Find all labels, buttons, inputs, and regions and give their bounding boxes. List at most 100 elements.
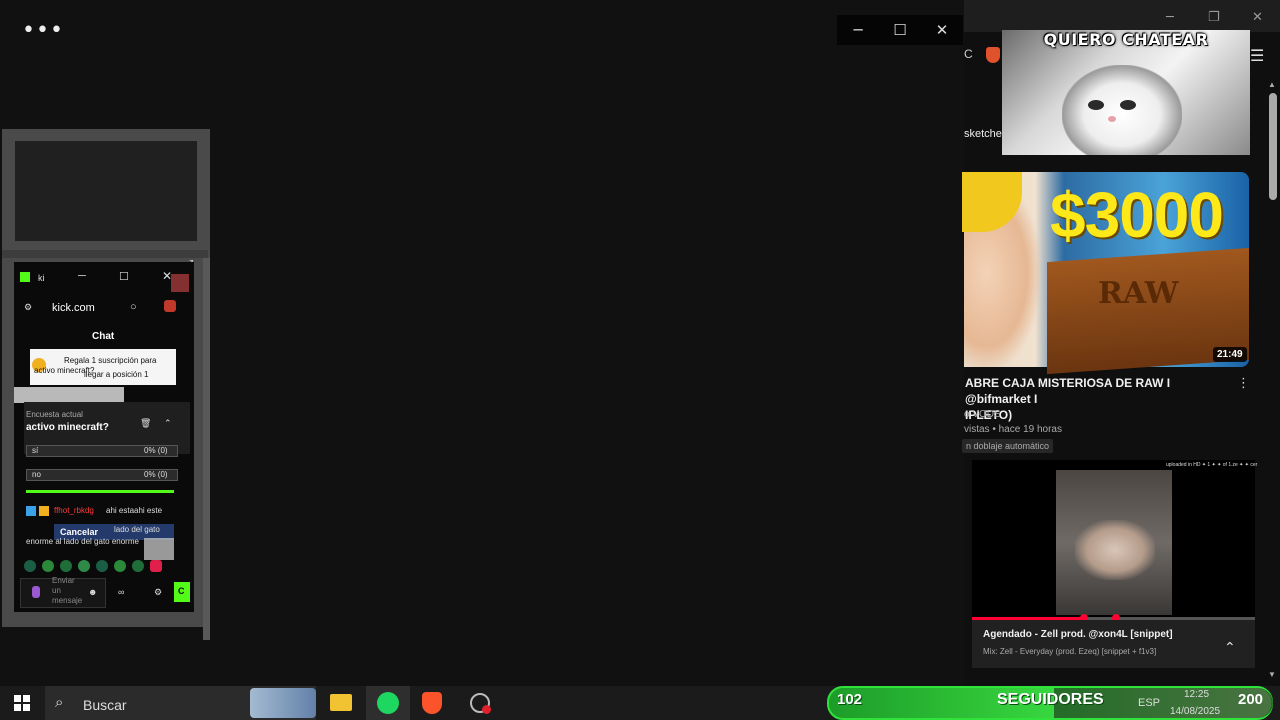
search-highlight-image bbox=[250, 688, 316, 718]
video-duration: 21:49 bbox=[1213, 347, 1247, 362]
followers-current: 102 bbox=[837, 691, 863, 708]
emote-icon[interactable] bbox=[114, 560, 126, 572]
thumbnail-price: $3000 bbox=[1050, 179, 1224, 251]
followers-label: SEGUIDORES bbox=[997, 691, 1104, 708]
send-label: C bbox=[178, 586, 185, 596]
badge-icon bbox=[39, 506, 49, 516]
back-icon[interactable]: C bbox=[964, 47, 973, 61]
file-explorer-icon[interactable] bbox=[330, 694, 352, 711]
dubbing-tag: n doblaje automático bbox=[962, 439, 1054, 453]
browser-restore-button[interactable]: ❐ bbox=[1208, 10, 1220, 25]
brave-icon[interactable] bbox=[164, 300, 176, 312]
glitch-overlay bbox=[14, 387, 124, 403]
scroll-down-icon[interactable]: ▼ bbox=[1268, 670, 1276, 679]
poll-timer-bar bbox=[26, 490, 174, 493]
brave-shield-icon[interactable] bbox=[986, 47, 1000, 63]
clock-date[interactable]: 14/08/2025 bbox=[1170, 706, 1220, 717]
browser-minimize-button[interactable]: ─ bbox=[1166, 10, 1174, 25]
mix-info-card[interactable] bbox=[972, 620, 1255, 668]
glitch-block bbox=[171, 274, 189, 292]
input-placeholder-2: un bbox=[52, 586, 61, 595]
emote-icon[interactable] bbox=[60, 560, 72, 572]
video-title-line-1[interactable]: ABRE CAJA MISTERIOSA DE RAW I @bifmarket… bbox=[965, 375, 1235, 407]
mini-minimize-icon[interactable]: ─ bbox=[78, 270, 86, 282]
emote-row bbox=[24, 560, 190, 574]
captured-browser-window: ki ─ ☐ ✕ ⚙ kick.com ○ Chat Regala 1 susc… bbox=[14, 262, 194, 612]
scroll-up-icon[interactable]: ▲ bbox=[1268, 80, 1276, 89]
menu-icon[interactable]: ☰ bbox=[1250, 46, 1264, 65]
mix-title[interactable]: Agendado - Zell prod. @xon4L [snippet] bbox=[983, 629, 1173, 640]
cat-eye bbox=[1088, 100, 1104, 110]
windows-start-icon[interactable] bbox=[14, 695, 30, 711]
preview-edge bbox=[203, 258, 210, 640]
input-placeholder-3: mensaje bbox=[52, 596, 83, 605]
chat-header: Chat bbox=[92, 331, 115, 342]
microphone-icon[interactable] bbox=[32, 586, 40, 598]
poll-trash-icon[interactable]: 🗑 bbox=[140, 418, 151, 429]
kick-logo-icon bbox=[20, 272, 30, 282]
tab-title[interactable]: ki bbox=[38, 273, 45, 283]
thumbnail-corner-text: uploaded in HD ✦ 1 ✦ ✦ of 1.ze ✦ ✦ cer bbox=[1166, 462, 1258, 468]
expand-chevron-icon[interactable]: ⌃ bbox=[1224, 640, 1236, 656]
emote-icon[interactable] bbox=[132, 560, 144, 572]
emote-icon[interactable] bbox=[24, 560, 36, 572]
scrollbar-thumb[interactable] bbox=[1269, 93, 1277, 200]
recording-dot-icon bbox=[482, 705, 491, 714]
search-icon[interactable]: ○ bbox=[130, 301, 137, 313]
close-button[interactable]: ✕ bbox=[921, 15, 963, 45]
more-actions-icon[interactable]: ⋮ bbox=[1237, 376, 1250, 391]
settings-icon[interactable]: ⚙ bbox=[24, 302, 32, 313]
followers-goal: 200 bbox=[1238, 691, 1264, 708]
browser-close-button[interactable]: ✕ bbox=[1252, 10, 1263, 25]
language-indicator[interactable]: ESP bbox=[1138, 697, 1160, 709]
chat-settings-icon[interactable]: ⚙ bbox=[154, 587, 162, 598]
emote-icon[interactable] bbox=[150, 560, 162, 572]
chat-message: lado del gato bbox=[114, 525, 160, 534]
channel-name[interactable]: o VODS bbox=[964, 409, 1001, 420]
preview-screen bbox=[15, 141, 197, 241]
option-yes-value: 0% (0) bbox=[144, 446, 168, 455]
chat-username[interactable]: ffhot_rbkdg bbox=[54, 506, 94, 515]
mix-subtitle: Mix: Zell - Everyday (prod. Ezeq) [snipp… bbox=[983, 647, 1157, 656]
cat-overlay: QUIERO CHATEAR bbox=[1002, 30, 1250, 155]
thumbnail-hands bbox=[1075, 520, 1155, 580]
emoji-icon[interactable]: ☻ bbox=[88, 587, 97, 597]
option-yes-label: sí bbox=[32, 446, 39, 455]
video-stats: vistas • hace 19 horas bbox=[964, 424, 1062, 435]
search-icon: ⌕ bbox=[55, 693, 64, 711]
glitch-overlay bbox=[144, 538, 174, 560]
preview-divider bbox=[2, 250, 208, 258]
filter-chip[interactable]: sketches bbox=[964, 128, 1007, 140]
more-options-icon[interactable]: ••• bbox=[22, 18, 64, 43]
browser-titlebar bbox=[964, 0, 1280, 32]
emote-icon[interactable] bbox=[96, 560, 108, 572]
mini-maximize-icon[interactable]: ☐ bbox=[119, 270, 129, 283]
cancel-button[interactable]: Cancelar bbox=[60, 527, 98, 537]
overlay-caption: QUIERO CHATEAR bbox=[1043, 30, 1209, 49]
search-placeholder[interactable]: Buscar bbox=[83, 697, 127, 713]
video-title[interactable]: ABRE CAJA MISTERIOSA DE RAW I @bifmarket… bbox=[965, 375, 1235, 423]
cat-nose bbox=[1108, 116, 1116, 122]
emote-icon[interactable] bbox=[42, 560, 54, 572]
maximize-button[interactable]: ☐ bbox=[879, 15, 921, 45]
input-placeholder-1: Enviar bbox=[52, 576, 75, 585]
chat-message: ahi estaahi este bbox=[106, 506, 163, 515]
badge-icon bbox=[26, 506, 36, 516]
gift-line-1: Regala 1 suscripción para bbox=[64, 356, 157, 365]
brave-browser-icon[interactable] bbox=[422, 692, 442, 714]
window-controls: ─ ☐ ✕ bbox=[837, 15, 963, 45]
address-bar[interactable]: kick.com bbox=[52, 302, 95, 314]
infinity-icon[interactable]: ∞ bbox=[118, 587, 124, 597]
minimize-button[interactable]: ─ bbox=[837, 15, 879, 45]
clock-time[interactable]: 12:25 bbox=[1184, 689, 1209, 700]
option-no-value: 0% (0) bbox=[144, 470, 168, 479]
box-label: RAW bbox=[1098, 276, 1179, 311]
poll-question: activo minecraft? bbox=[26, 422, 109, 433]
emote-icon[interactable] bbox=[78, 560, 90, 572]
gift-line-3: llegar a posición 1 bbox=[84, 370, 149, 379]
cat-eye bbox=[1120, 100, 1136, 110]
chevron-up-icon[interactable]: ⌃ bbox=[164, 418, 172, 429]
chat-message: enorme al lado del gato enorme bbox=[26, 537, 139, 546]
video-title-line-2[interactable]: IPLETO) bbox=[965, 407, 1235, 423]
spotify-icon[interactable] bbox=[377, 692, 399, 714]
